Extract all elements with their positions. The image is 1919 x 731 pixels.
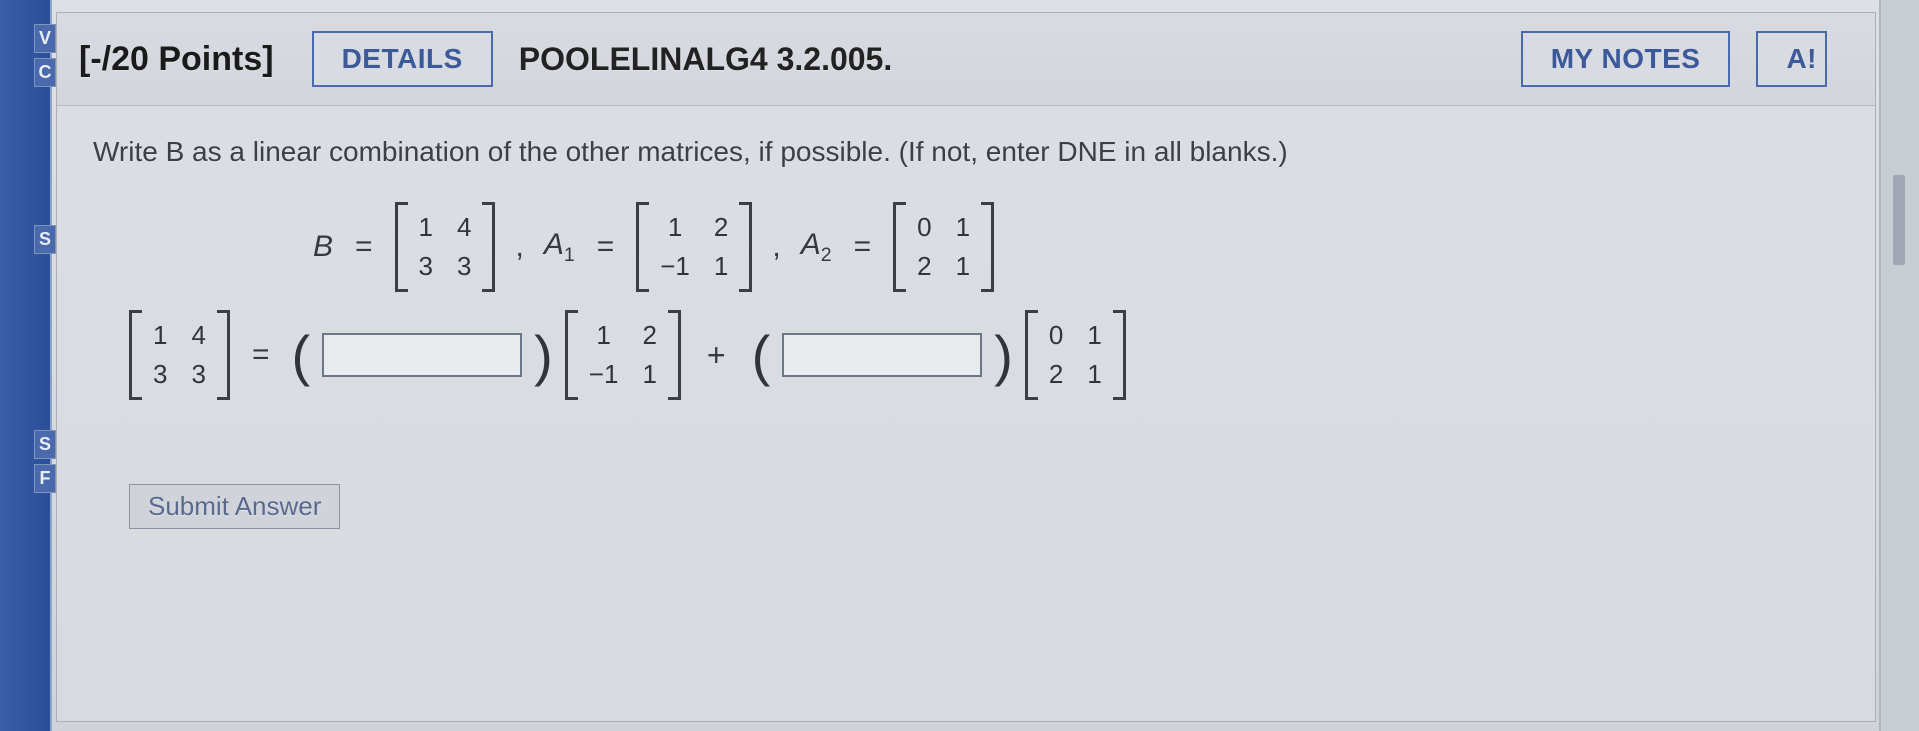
comma: , [772, 230, 780, 264]
sub-1: 1 [564, 244, 575, 266]
definitions-row: B = 14 33 , A1 = 12 −11 , A2 [313, 208, 1839, 286]
equation-row: 14 33 = ( ) 12 −11 + ( ) 01 21 [129, 316, 1839, 394]
comma: , [515, 230, 523, 264]
coeff-2-input[interactable] [782, 333, 982, 377]
var-A1: A [544, 228, 564, 261]
sidebar-tab-s1[interactable]: S [34, 225, 56, 254]
sidebar-tab-f[interactable]: F [34, 464, 56, 493]
matrix-B: 14 33 [395, 208, 496, 286]
right-paren-icon: ) [534, 323, 553, 388]
points-label: [-/20 Points] [79, 40, 274, 79]
left-paren-icon: ( [752, 323, 771, 388]
matrix-A1-eq: 12 −11 [565, 316, 681, 394]
right-paren-icon: ) [994, 323, 1013, 388]
left-sidebar: V C S S F [0, 0, 52, 731]
matrix-A1: 12 −11 [636, 208, 752, 286]
question-body: Write B as a linear combination of the o… [57, 106, 1875, 559]
equals-sign: = [854, 230, 872, 264]
sub-2: 2 [821, 244, 832, 266]
var-A2: A [801, 228, 821, 261]
var-B: B [313, 230, 333, 264]
question-header: [-/20 Points] DETAILS POOLELINALG4 3.2.0… [57, 13, 1875, 106]
assignment-id: POOLELINALG4 3.2.005. [519, 41, 1521, 78]
matrix-A2-eq: 01 21 [1025, 316, 1126, 394]
sidebar-tab-v[interactable]: V [34, 24, 56, 53]
matrix-B-eq: 14 33 [129, 316, 230, 394]
ask-teacher-button[interactable]: A! [1756, 31, 1827, 87]
right-scrollbar-track[interactable] [1879, 0, 1919, 731]
submit-answer-button[interactable]: Submit Answer [129, 484, 340, 529]
matrix-A2: 01 21 [893, 208, 994, 286]
submit-area: Submit Answer [129, 484, 1839, 529]
sidebar-tab-s2[interactable]: S [34, 430, 56, 459]
my-notes-button[interactable]: MY NOTES [1521, 31, 1731, 87]
sidebar-tab-c[interactable]: C [34, 58, 56, 87]
question-panel: [-/20 Points] DETAILS POOLELINALG4 3.2.0… [56, 12, 1876, 722]
equals-sign: = [597, 230, 615, 264]
plus-sign: + [707, 337, 726, 374]
left-paren-icon: ( [291, 323, 310, 388]
details-button[interactable]: DETAILS [312, 31, 493, 87]
scrollbar-thumb[interactable] [1893, 175, 1905, 265]
equals-sign: = [355, 230, 373, 264]
question-prompt: Write B as a linear combination of the o… [93, 136, 1839, 168]
equals-sign: = [252, 338, 270, 372]
coeff-1-input[interactable] [322, 333, 522, 377]
